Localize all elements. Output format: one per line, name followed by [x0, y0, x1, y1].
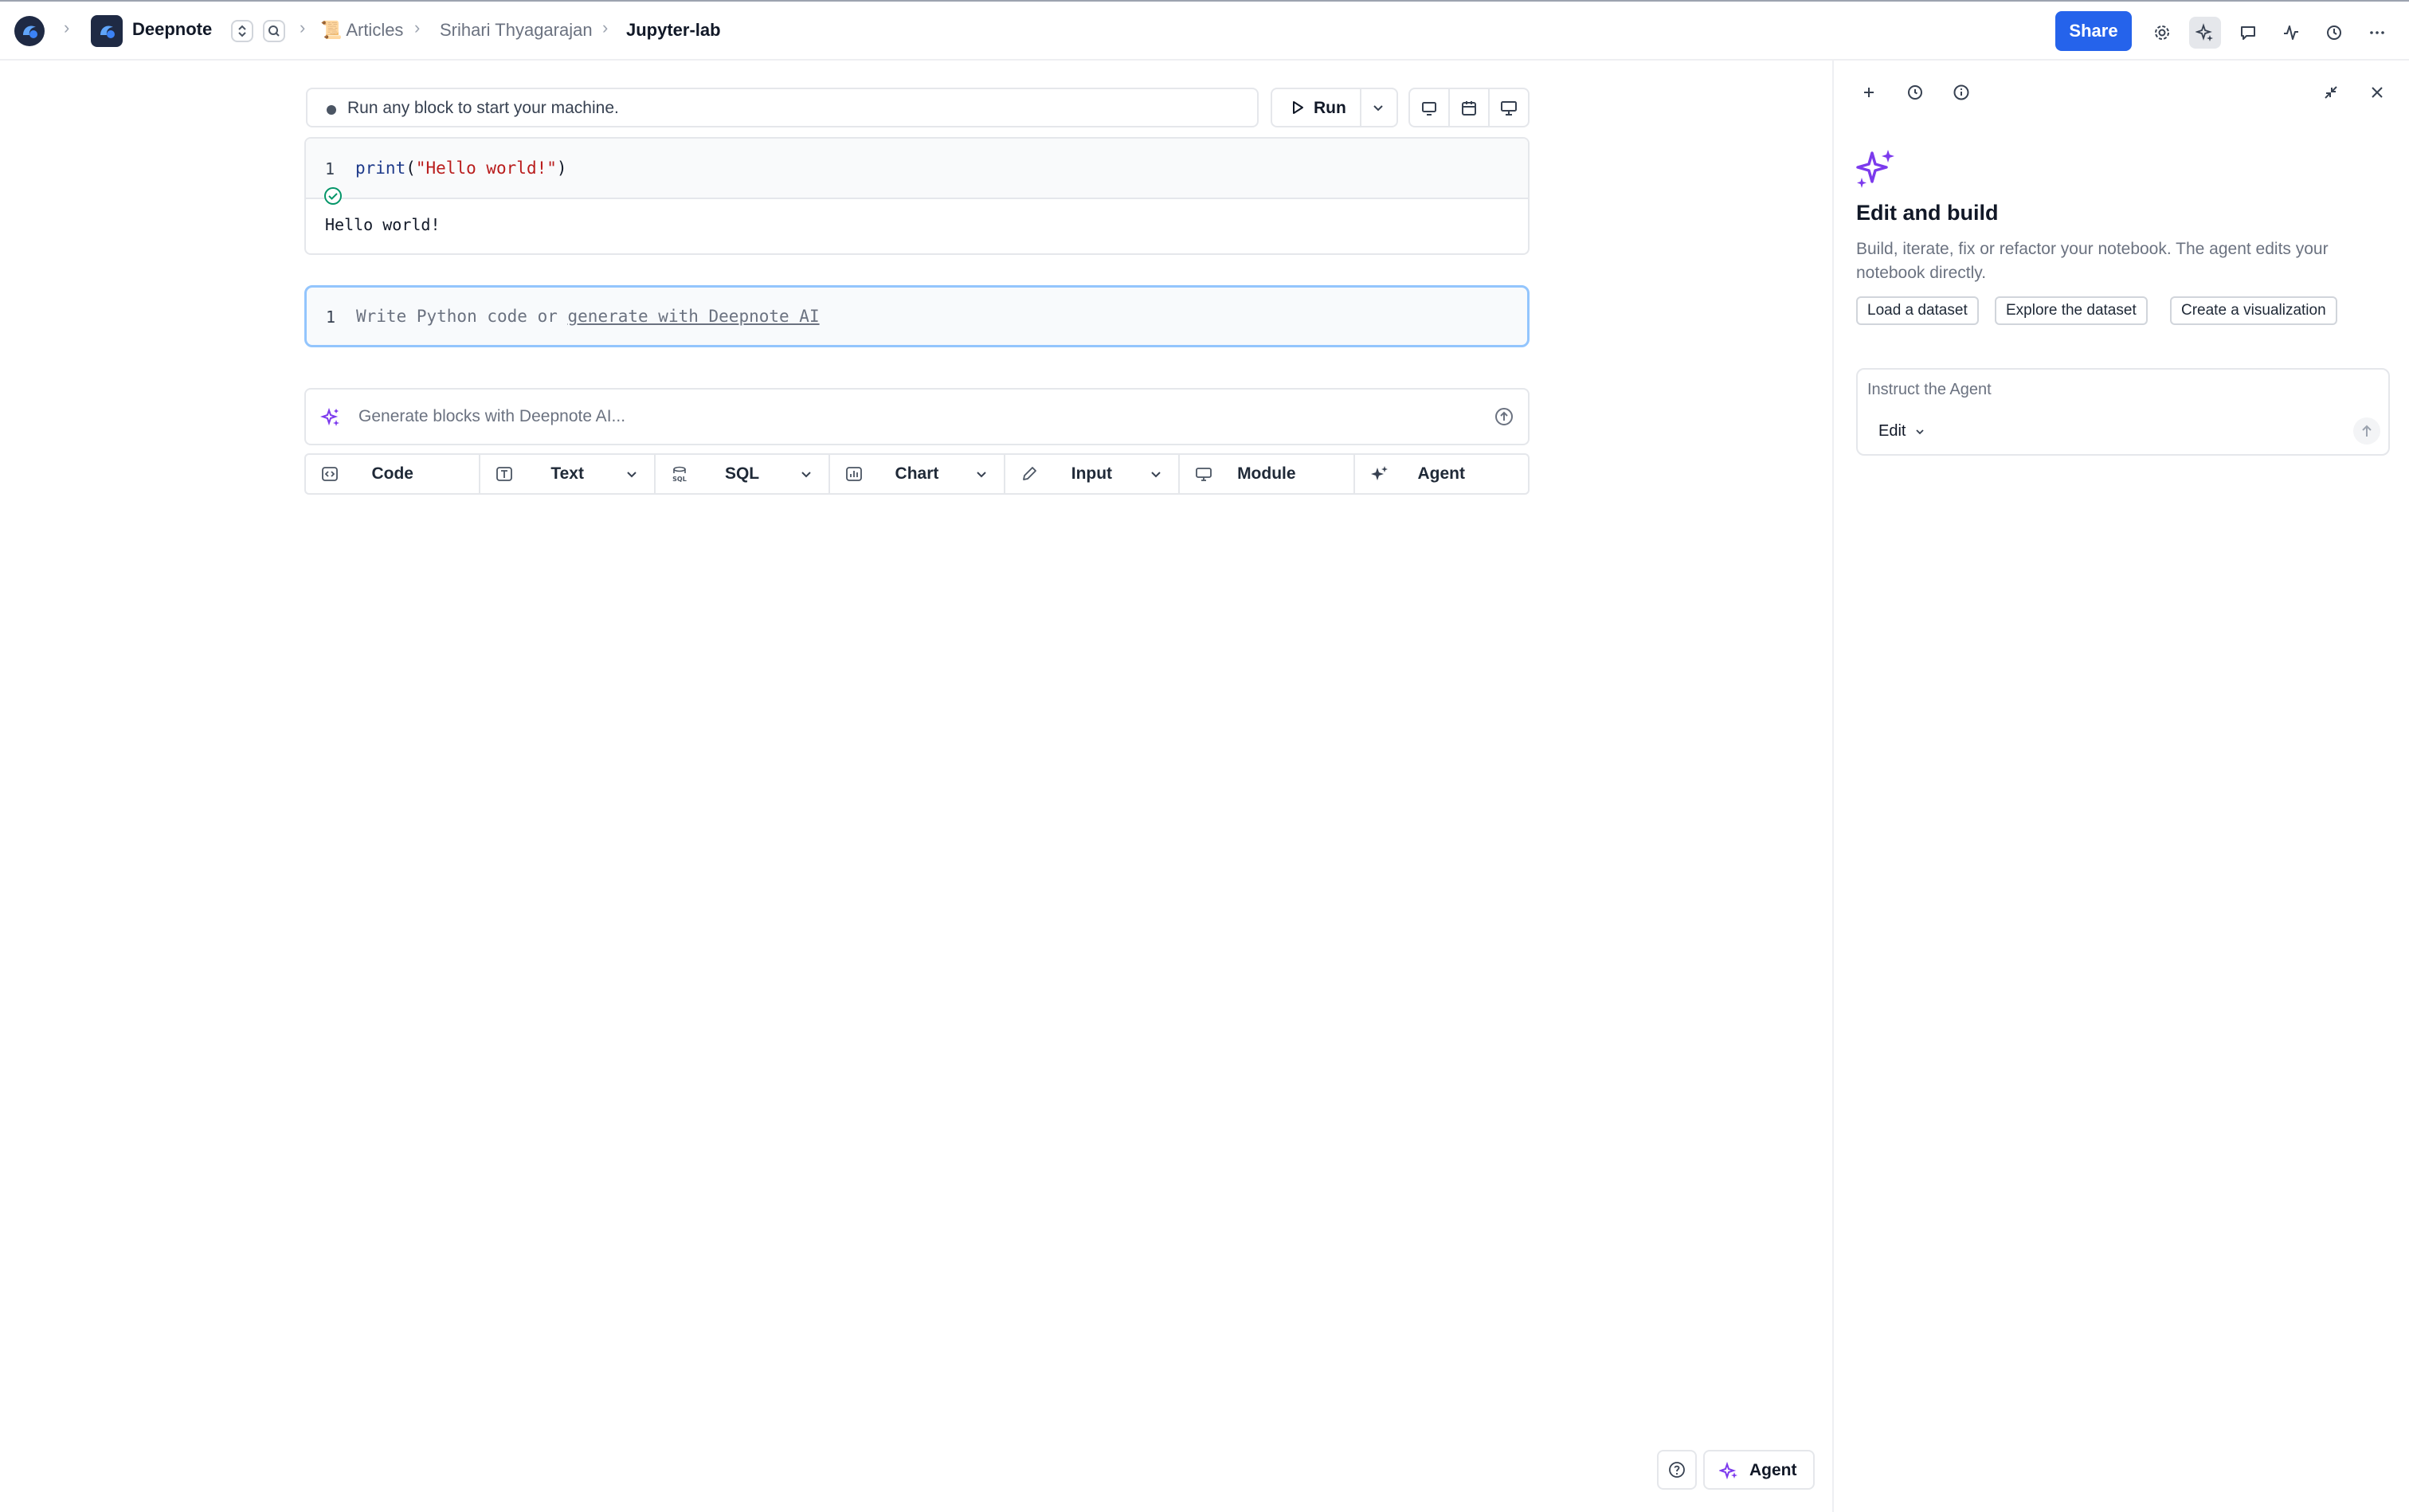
- suggestion-load-dataset[interactable]: Load a dataset: [1856, 296, 1979, 325]
- share-button[interactable]: Share: [2055, 11, 2132, 51]
- sql-options-chevron-down-icon[interactable]: [798, 466, 814, 482]
- breadcrumb-separator: ›: [602, 18, 609, 37]
- sparkle-icon: [1719, 1461, 1738, 1480]
- history-icon[interactable]: [2318, 17, 2350, 49]
- add-chart-block-button[interactable]: Chart: [830, 455, 1005, 493]
- scroll-emoji-icon: 📜: [320, 20, 343, 40]
- info-icon[interactable]: [1952, 83, 1971, 102]
- help-question-icon: [1667, 1460, 1686, 1479]
- agent-sparkle-icon[interactable]: [2189, 17, 2221, 49]
- add-input-block-button[interactable]: Input: [1005, 455, 1181, 493]
- search-icon[interactable]: [263, 20, 285, 42]
- generate-with-ai-link[interactable]: generate with Deepnote AI: [568, 307, 820, 326]
- line-number: 1: [325, 159, 335, 178]
- comments-icon[interactable]: [2232, 17, 2264, 49]
- breadcrumb-separator: ›: [414, 18, 421, 37]
- monitor-icon[interactable]: [1420, 99, 1439, 118]
- code-placeholder: Write Python code or generate with Deepn…: [356, 307, 820, 326]
- breadcrumb-separator: ›: [64, 18, 70, 37]
- presentation-icon[interactable]: [1499, 99, 1518, 118]
- workspace-name[interactable]: Deepnote: [132, 19, 212, 40]
- code-cell-empty[interactable]: 1 Write Python code or generate with Dee…: [304, 285, 1530, 347]
- text-options-chevron-down-icon[interactable]: [624, 466, 640, 482]
- add-agent-block-button[interactable]: Agent: [1355, 455, 1528, 493]
- generate-blocks-placeholder: Generate blocks with Deepnote AI...: [358, 407, 626, 425]
- workspace-switch-icon[interactable]: [231, 20, 253, 42]
- breadcrumb-separator: ›: [300, 18, 306, 37]
- agent-toggle-button[interactable]: Agent: [1703, 1450, 1815, 1490]
- activity-icon[interactable]: [2275, 17, 2307, 49]
- add-sql-block-button[interactable]: SQL SQL: [656, 455, 831, 493]
- success-check-icon: [323, 186, 343, 206]
- run-button[interactable]: Run: [1314, 99, 1346, 118]
- line-number: 1: [326, 307, 336, 327]
- submit-arrow-up-icon[interactable]: [1493, 405, 1515, 428]
- help-button[interactable]: [1657, 1450, 1697, 1490]
- agent-mode-dropdown[interactable]: Edit: [1878, 422, 1926, 441]
- deepnote-logo-icon[interactable]: [14, 16, 45, 46]
- settings-gear-icon[interactable]: [2146, 17, 2178, 49]
- send-button[interactable]: [2353, 417, 2380, 445]
- breadcrumb-articles[interactable]: 📜 Articles: [320, 20, 403, 41]
- run-button-group: Run: [1271, 88, 1398, 127]
- arrow-up-icon: [2362, 425, 2372, 437]
- more-options-icon[interactable]: [2361, 17, 2393, 49]
- machine-status-bar[interactable]: Run any block to start your machine.: [306, 88, 1259, 127]
- add-text-block-button[interactable]: Text: [480, 455, 656, 493]
- run-options-chevron-down-icon[interactable]: [1371, 100, 1385, 115]
- chevron-down-icon: [1916, 429, 1924, 434]
- sparkle-icon: [320, 407, 341, 428]
- workspace-logo-icon: [91, 15, 123, 47]
- add-module-block-button[interactable]: Module: [1180, 455, 1355, 493]
- agent-panel: Edit and build Build, iterate, fix or re…: [1832, 61, 2409, 1512]
- code-cell-executed[interactable]: 1 print("Hello world!") Hello world!: [304, 137, 1530, 255]
- divider: [1448, 89, 1450, 126]
- agent-panel-description: Build, iterate, fix or refactor your not…: [1856, 240, 2329, 282]
- close-icon[interactable]: [2368, 83, 2387, 102]
- agent-panel-title: Edit and build: [1856, 201, 1999, 225]
- breadcrumb-notebook[interactable]: Jupyter-lab: [626, 20, 721, 41]
- suggestion-create-visualization[interactable]: Create a visualization: [2170, 296, 2337, 325]
- calendar-icon[interactable]: [1459, 99, 1479, 118]
- agent-instruction-placeholder: Instruct the Agent: [1867, 381, 1992, 398]
- sparkle-icon: [1855, 147, 1898, 190]
- top-bar: › Deepnote › 📜 Articles › Srihari Thyaga…: [0, 0, 2409, 61]
- breadcrumb-user[interactable]: Srihari Thyagarajan: [440, 20, 593, 41]
- suggestion-explore-dataset[interactable]: Explore the dataset: [1995, 296, 2148, 325]
- generate-blocks-input[interactable]: Generate blocks with Deepnote AI...: [304, 388, 1530, 445]
- agent-instruction-input[interactable]: Instruct the Agent Edit: [1856, 368, 2390, 456]
- code-line: print("Hello world!"): [355, 159, 567, 178]
- status-dot-icon: [327, 105, 336, 115]
- play-icon[interactable]: [1290, 100, 1306, 116]
- view-toggle-group: [1408, 88, 1530, 127]
- divider: [1488, 89, 1490, 126]
- input-options-chevron-down-icon[interactable]: [1148, 466, 1164, 482]
- divider: [1360, 89, 1361, 126]
- add-block-bar: Code Text SQL SQL Chart Input Module Age…: [304, 453, 1530, 495]
- chart-options-chevron-down-icon[interactable]: [973, 466, 989, 482]
- new-chat-plus-icon[interactable]: [1859, 83, 1878, 102]
- cell-output: Hello world!: [325, 215, 441, 234]
- collapse-panel-icon[interactable]: [2321, 83, 2340, 102]
- code-editor[interactable]: 1 print("Hello world!"): [306, 139, 1528, 205]
- chat-history-icon[interactable]: [1906, 83, 1925, 102]
- machine-status-text: Run any block to start your machine.: [347, 99, 619, 117]
- add-code-block-button[interactable]: Code: [306, 455, 481, 493]
